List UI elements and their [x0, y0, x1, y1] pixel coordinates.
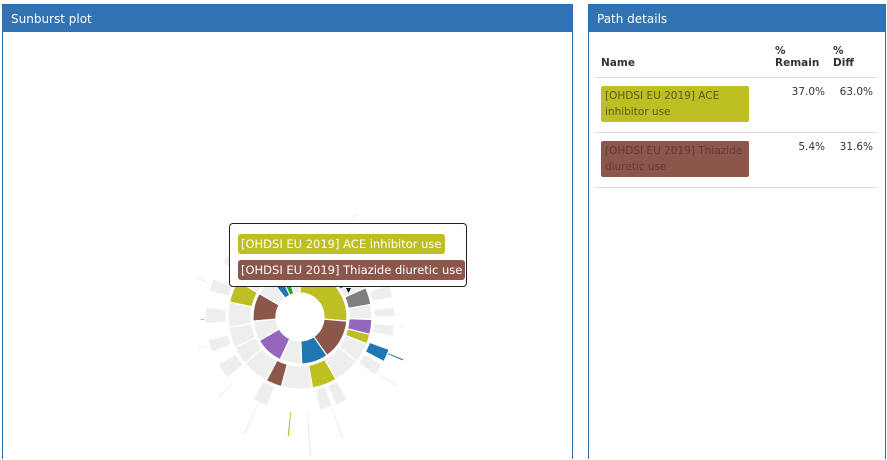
- path-step-name: [OHDSI EU 2019] ACE inhibitor use: [601, 86, 749, 122]
- column-header-remain[interactable]: % Remain: [771, 45, 829, 78]
- sunburst-panel-title: Sunburst plot: [3, 5, 572, 32]
- sunburst-spike[interactable]: [393, 324, 406, 330]
- percent-remain: 37.0%: [771, 77, 829, 133]
- sunburst-spike[interactable]: [193, 275, 213, 286]
- sunburst-spike[interactable]: [195, 343, 211, 352]
- path-step-name: [OHDSI EU 2019] Thiazide diuretic use: [601, 141, 749, 177]
- sunburst-ring3-segment[interactable]: [204, 306, 228, 325]
- sunburst-spike[interactable]: [222, 250, 230, 257]
- sunburst-ring3-segment[interactable]: [251, 380, 276, 408]
- sunburst-tooltip: [OHDSI EU 2019] ACE inhibitor use [OHDSI…: [229, 223, 467, 287]
- path-details-panel: Path details Name % Remain % Diff [OHDSI…: [588, 4, 886, 459]
- sunburst-ring3-segment[interactable]: [371, 322, 396, 338]
- table-row[interactable]: [OHDSI EU 2019] Thiazide diuretic use 5.…: [595, 132, 877, 188]
- column-header-name[interactable]: Name: [595, 45, 771, 78]
- path-details-table: Name % Remain % Diff [OHDSI EU 2019] ACE…: [595, 45, 877, 188]
- percent-diff: 31.6%: [829, 132, 877, 188]
- sunburst-spike[interactable]: [329, 405, 346, 441]
- tooltip-item-thiazide: [OHDSI EU 2019] Thiazide diuretic use: [238, 260, 466, 280]
- sunburst-spike[interactable]: [286, 410, 293, 438]
- column-header-diff[interactable]: % Diff: [829, 45, 877, 78]
- table-row[interactable]: [OHDSI EU 2019] ACE inhibitor use 37.0% …: [595, 77, 877, 133]
- sunburst-ring3-segment[interactable]: [372, 306, 396, 318]
- sunburst-spike[interactable]: [375, 370, 400, 389]
- percent-diff: 63.0%: [829, 77, 877, 133]
- sunburst-ring3-segment[interactable]: [368, 283, 394, 303]
- tooltip-item-ace: [OHDSI EU 2019] ACE inhibitor use: [238, 234, 445, 254]
- sunburst-spike[interactable]: [199, 317, 206, 322]
- path-details-title: Path details: [589, 5, 885, 32]
- sunburst-spike[interactable]: [241, 401, 261, 436]
- sunburst-spike[interactable]: [216, 381, 234, 400]
- sunburst-ring3-segment[interactable]: [216, 353, 245, 379]
- sunburst-panel: Sunburst plot [OHDSI EU 2019] ACE inhibi…: [2, 4, 573, 459]
- sunburst-spike[interactable]: [305, 410, 313, 458]
- sunburst-spike[interactable]: [386, 351, 405, 362]
- sunburst-ring3-segment[interactable]: [207, 334, 233, 354]
- percent-remain: 5.4%: [771, 132, 829, 188]
